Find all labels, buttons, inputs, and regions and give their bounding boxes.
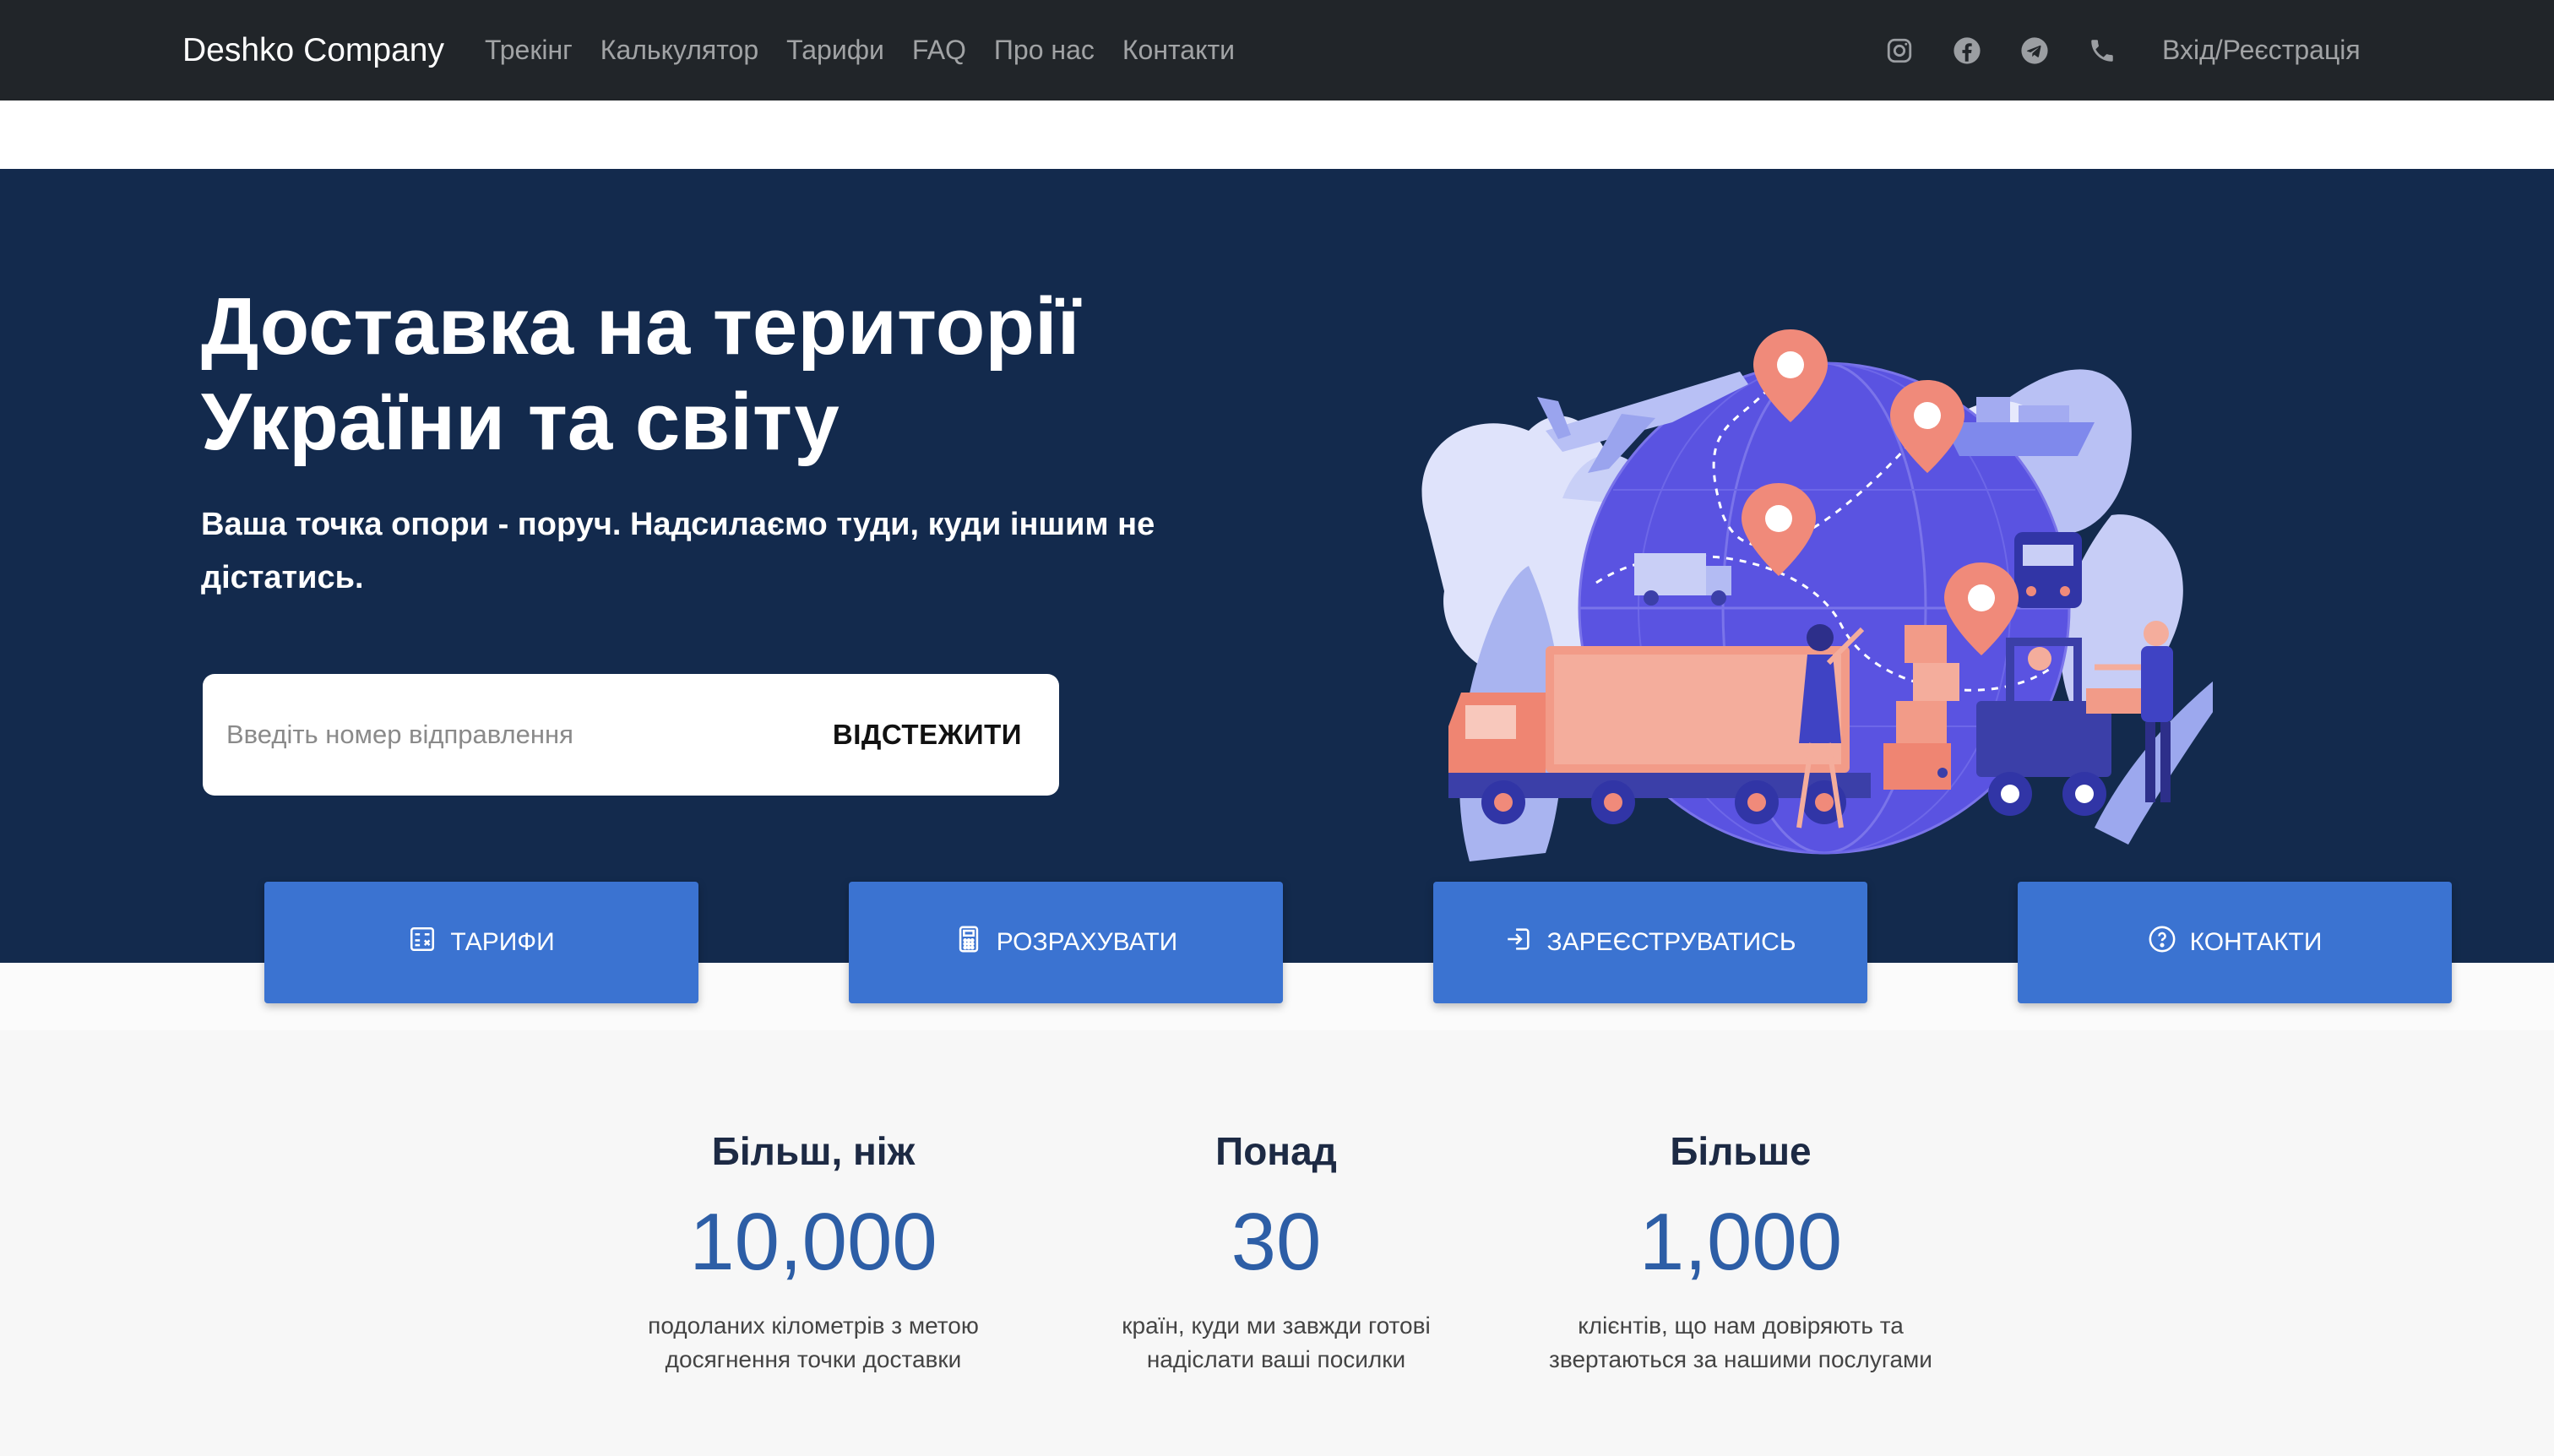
nav-link-about[interactable]: Про нас (994, 35, 1095, 66)
calculate-button-label: РОЗРАХУВАТИ (996, 928, 1178, 956)
stat-clients: Більше 1,000 клієнтів, що нам довіряють … (1504, 1115, 1977, 1377)
nav-links: Трекінг Калькулятор Тарифи FAQ Про нас К… (485, 0, 1235, 101)
instagram-icon[interactable] (1885, 36, 1914, 65)
stat-description: клієнтів, що нам довіряють та звертаютьс… (1549, 1312, 1932, 1372)
tracking-number-input[interactable] (226, 674, 801, 796)
track-button[interactable]: ВІДСТЕЖИТИ (833, 674, 1022, 796)
tariffs-button[interactable]: ТАРИФИ (264, 882, 698, 1003)
nav-link-calculator[interactable]: Калькулятор (600, 35, 758, 66)
register-button[interactable]: ЗАРЕЄСТРУВАТИСЬ (1433, 882, 1867, 1003)
stat-number: 30 (1231, 1197, 1322, 1287)
navbar: Deshko Company Трекінг Калькулятор Тариф… (0, 0, 2554, 101)
stat-countries: Понад 30 країн, куди ми завжди готові на… (1040, 1115, 1513, 1377)
stat-description: подоланих кілометрів з метою досягнення … (648, 1312, 979, 1372)
register-button-label: ЗАРЕЄСТРУВАТИСЬ (1546, 928, 1796, 956)
telegram-icon[interactable] (2020, 36, 2049, 65)
question-circle-icon (2148, 925, 2176, 960)
hero-section: Доставка на території України та світу В… (0, 169, 2554, 963)
calculator-icon (954, 925, 983, 960)
tariffs-icon (408, 925, 437, 960)
sign-in-icon (1504, 925, 1533, 960)
stat-description: країн, куди ми завжди готові надіслати в… (1122, 1312, 1431, 1372)
stat-number: 10,000 (689, 1197, 937, 1287)
tracking-form: ВІДСТЕЖИТИ (203, 674, 1059, 796)
tariffs-button-label: ТАРИФИ (450, 928, 555, 956)
nav-link-tracking[interactable]: Трекінг (485, 35, 573, 66)
login-register-link[interactable]: Вхід/Реєстрація (2162, 35, 2361, 66)
stat-kilometers: Більш, ніж 10,000 подоланих кілометрів з… (577, 1115, 1050, 1377)
spacer-strip (0, 101, 2554, 169)
facebook-icon[interactable] (1953, 36, 1981, 65)
stat-heading: Більш, ніж (711, 1129, 916, 1173)
contacts-button[interactable]: КОНТАКТИ (2018, 882, 2452, 1003)
nav-link-contacts[interactable]: Контакти (1122, 35, 1235, 66)
stat-heading: Більше (1670, 1129, 1812, 1173)
phone-icon[interactable] (2088, 36, 2117, 65)
contacts-button-label: КОНТАКТИ (2189, 928, 2323, 956)
brand-logo[interactable]: Deshko Company (182, 0, 444, 101)
nav-link-faq[interactable]: FAQ (912, 35, 966, 66)
nav-link-tariffs[interactable]: Тарифи (786, 35, 884, 66)
stat-number: 1,000 (1638, 1197, 1843, 1287)
stat-heading: Понад (1215, 1129, 1337, 1173)
hero-subtitle: Ваша точка опори - поруч. Надсилаємо туд… (201, 507, 1155, 595)
nav-right: Вхід/Реєстрація (1885, 0, 2361, 101)
hero-title: Доставка на території України та світу (201, 281, 1080, 467)
calculate-button[interactable]: РОЗРАХУВАТИ (849, 882, 1283, 1003)
